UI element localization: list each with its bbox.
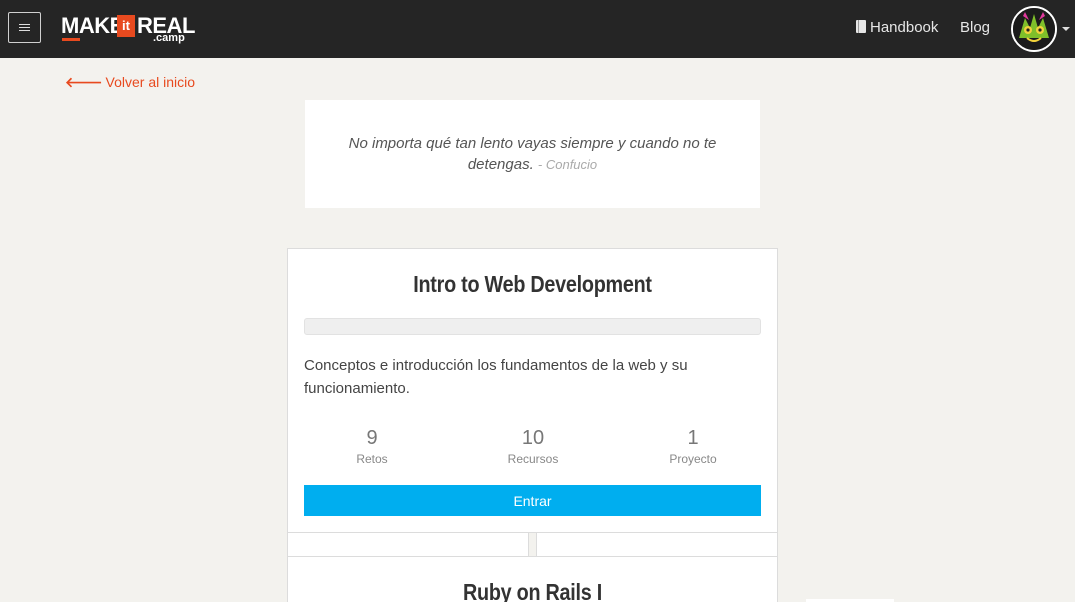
- course-title: Intro to Web Development: [413, 271, 652, 297]
- connector-line: [536, 533, 537, 556]
- course-connector-left: [287, 533, 528, 556]
- hamburger-icon: [19, 24, 30, 31]
- avatar[interactable]: [1011, 6, 1057, 52]
- stat-value: 10: [521, 427, 545, 449]
- stat-proyecto: 1 Proyecto: [633, 427, 753, 466]
- course-connector-right: [537, 533, 778, 556]
- stat-label: Recursos: [507, 452, 559, 466]
- book-icon: [856, 20, 866, 33]
- handbook-label: Handbook: [870, 19, 939, 36]
- menu-button[interactable]: [8, 12, 41, 43]
- enter-button[interactable]: Entrar: [304, 485, 761, 516]
- top-navbar: MAKE it REAL .camp Handbook Blog: [0, 0, 1075, 58]
- connector-line: [528, 533, 529, 556]
- logo[interactable]: MAKE it REAL .camp: [61, 11, 195, 47]
- arrow-left-icon: 🡐: [65, 74, 103, 90]
- back-link-label: Volver al inicio: [105, 74, 196, 90]
- course-card: Ruby on Rails I: [287, 556, 778, 602]
- caret-down-icon[interactable]: [1062, 27, 1070, 31]
- course-title: Ruby on Rails I: [462, 579, 602, 602]
- stat-label: Retos: [356, 452, 388, 466]
- logo-make: MAKE: [61, 13, 124, 38]
- course-card: Intro to Web Development Conceptos e int…: [287, 248, 778, 533]
- stat-retos: 9 Retos: [312, 427, 432, 466]
- quote-author: - Confucio: [537, 157, 598, 172]
- logo-underline: [62, 38, 80, 41]
- quote: No importa qué tan lento vayas siempre y…: [345, 133, 720, 175]
- stat-label: Proyecto: [669, 452, 717, 466]
- course-description: Conceptos e introducción los fundamentos…: [304, 357, 688, 397]
- handbook-link[interactable]: Handbook: [856, 19, 938, 36]
- avatar-image: [1013, 8, 1055, 50]
- back-link[interactable]: 🡐 Volver al inicio: [65, 74, 195, 91]
- quote-text: No importa qué tan lento vayas siempre y…: [348, 135, 717, 173]
- quote-box: No importa qué tan lento vayas siempre y…: [305, 100, 760, 208]
- blog-link[interactable]: Blog: [960, 19, 990, 36]
- stat-recursos: 10 Recursos: [473, 427, 593, 466]
- stat-value: 1: [687, 427, 699, 449]
- course-progress-bar: [304, 318, 761, 335]
- logo-camp: .camp: [153, 32, 185, 44]
- stat-value: 9: [366, 427, 378, 449]
- logo-it: it: [117, 15, 135, 37]
